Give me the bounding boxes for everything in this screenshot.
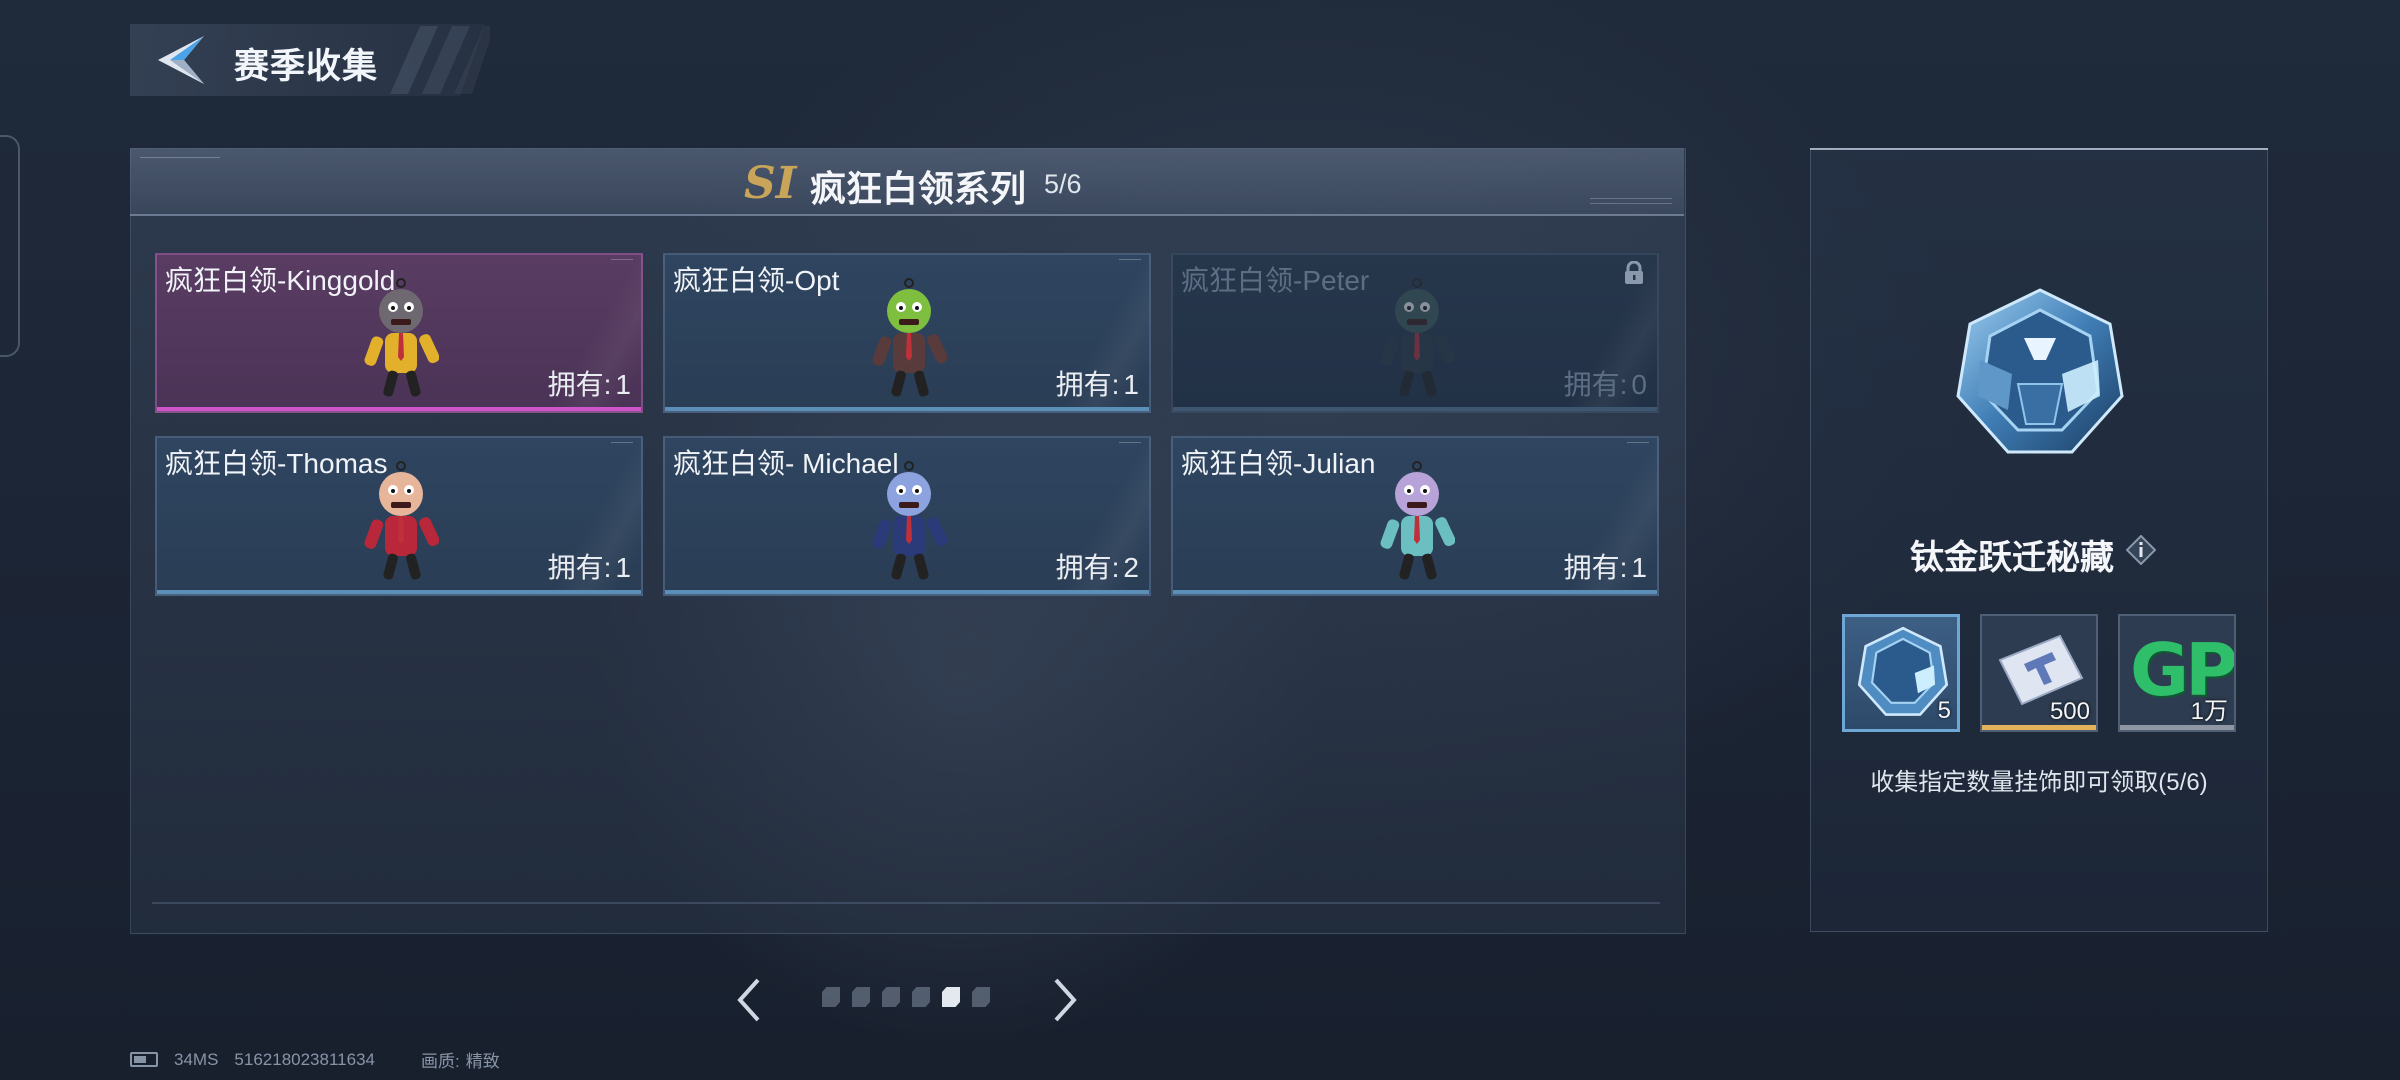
owned-value: 1: [615, 552, 631, 583]
season-badge: SI: [744, 158, 797, 209]
page-dot[interactable]: [822, 987, 840, 1007]
owned-label: 拥有:: [1055, 552, 1120, 583]
quality-label: 画质:: [420, 1052, 460, 1071]
reward-item-crate[interactable]: 5: [1842, 614, 1960, 732]
pendant-card[interactable]: 疯狂白领- Michael 拥有: 2: [663, 436, 1151, 596]
owned-label: 拥有:: [547, 552, 612, 583]
owned-count: 拥有: 1: [548, 546, 631, 586]
page-dot[interactable]: [882, 987, 900, 1007]
reward-panel-top-border: [1810, 148, 2268, 150]
card-corner-decoration: [1119, 259, 1141, 266]
page-dot[interactable]: [912, 987, 930, 1007]
pendant-name: 疯狂白领- Michael: [673, 448, 899, 479]
info-icon[interactable]: [2126, 535, 2156, 565]
pendant-name: 疯狂白领-Julian: [1181, 448, 1376, 479]
owned-value: 2: [1123, 552, 1139, 583]
reward-quantity: 5: [1937, 697, 1951, 724]
header-decoration: [140, 157, 220, 172]
pendant-card[interactable]: 疯狂白领-Julian 拥有: 1: [1171, 436, 1659, 596]
owned-value: 1: [1123, 369, 1139, 400]
owned-count: 拥有: 0: [1564, 363, 1647, 403]
battery-icon: [130, 1052, 158, 1067]
page-dot[interactable]: [852, 987, 870, 1007]
pendant-card[interactable]: 疯狂白领-Opt 拥有: 1: [663, 253, 1151, 413]
owned-count: 拥有: 1: [1564, 546, 1647, 586]
series-progress: 5/6: [1044, 169, 1082, 199]
header-stripes-decoration: [390, 26, 490, 94]
owned-value: 1: [615, 369, 631, 400]
pendant-name: 疯狂白领-Opt: [673, 265, 840, 296]
ping-value: 34MS: [174, 1049, 219, 1069]
owned-count: 拥有: 2: [1056, 546, 1139, 586]
page-indicator: [822, 987, 990, 1011]
next-page-arrow-icon[interactable]: [1050, 976, 1080, 1024]
page-title: 赛季收集: [234, 47, 379, 86]
page-dot[interactable]: [972, 987, 990, 1007]
owned-label: 拥有:: [1563, 552, 1628, 583]
pendant-name: 疯狂白领-Thomas: [165, 448, 388, 479]
reward-description: 收集指定数量挂饰即可领取(5/6): [1870, 769, 2208, 796]
pendant-card[interactable]: 疯狂白领-Kinggold 拥有: 1: [155, 253, 643, 413]
panel-divider: [152, 902, 1660, 904]
user-id: 516218023811634: [234, 1049, 375, 1069]
reward-item-gp[interactable]: GP 1万: [2118, 614, 2236, 732]
owned-count: 拥有: 1: [548, 363, 631, 403]
prev-page-arrow-icon[interactable]: [734, 976, 764, 1024]
header-decoration: [1590, 198, 1672, 204]
footer-status: 34MS 516218023811634 画质: 精致: [130, 1047, 500, 1072]
owned-count: 拥有: 1: [1056, 363, 1139, 403]
pendant-figure-icon: [1380, 461, 1455, 580]
reward-item-voucher[interactable]: 500: [1980, 614, 2098, 732]
owned-label: 拥有:: [1055, 369, 1120, 400]
pendant-name: 疯狂白领-Peter: [1181, 265, 1370, 296]
reward-quantity: 1万: [2190, 698, 2228, 725]
reward-name: 钛金跃迁秘藏: [1910, 539, 2114, 577]
series-title: 疯狂白领系列: [810, 168, 1027, 209]
side-drawer-handle[interactable]: [0, 135, 20, 357]
back-button[interactable]: [150, 32, 210, 88]
page-dot[interactable]: [942, 987, 960, 1007]
reward-quantity: 500: [2049, 698, 2090, 725]
pendant-name: 疯狂白领-Kinggold: [165, 265, 396, 296]
card-corner-decoration: [611, 259, 633, 266]
pendant-figure-icon: [872, 278, 947, 397]
titanium-crate-icon: [1857, 626, 1949, 716]
pendant-card[interactable]: 疯狂白领-Peter 拥有: 0: [1171, 253, 1659, 413]
lock-icon: [1625, 261, 1643, 284]
owned-value: 0: [1631, 369, 1647, 400]
pendant-figure-icon: [1380, 278, 1455, 397]
titanium-crate-icon: [1956, 288, 2124, 454]
owned-value: 1: [1631, 552, 1647, 583]
owned-label: 拥有:: [547, 369, 612, 400]
card-corner-decoration: [611, 442, 633, 449]
owned-label: 拥有:: [1563, 369, 1628, 400]
quality-value: 精致: [465, 1052, 500, 1071]
card-corner-decoration: [1119, 442, 1141, 449]
pendant-card[interactable]: 疯狂白领-Thomas 拥有: 1: [155, 436, 643, 596]
card-corner-decoration: [1627, 442, 1649, 449]
